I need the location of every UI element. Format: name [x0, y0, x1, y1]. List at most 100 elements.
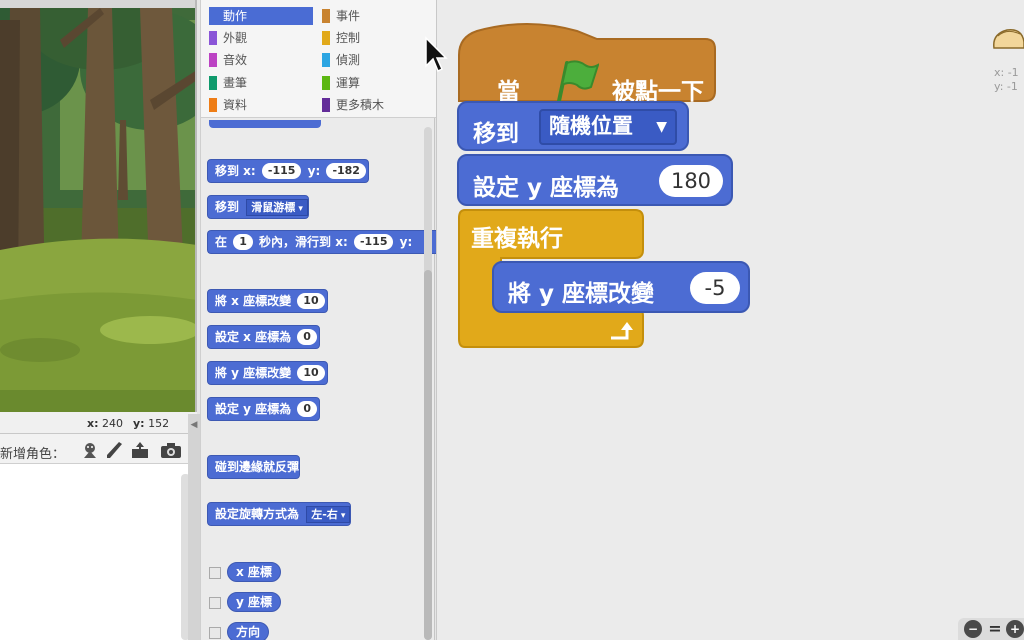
palette-set-y-block[interactable]: 設定 y 座標為 0	[207, 397, 321, 421]
category-list: 動作 事件 外觀 控制 音效 偵測 畫筆 運算 資料 更多積木	[201, 0, 436, 118]
palette-goto-block[interactable]: 移到 滑鼠游標	[207, 195, 309, 219]
block-input-x[interactable]: -115	[353, 234, 394, 250]
palette-glide-block[interactable]: 在 1 秒內，滑行到 x: -115 y:	[207, 230, 436, 254]
block-text: 將 x 座標改變	[215, 294, 292, 308]
category-operators[interactable]: 運算	[322, 74, 426, 92]
sprite-coordinates: x: -1 y: -1	[994, 66, 1019, 94]
category-label: 外觀	[223, 31, 248, 45]
palette-x-position-reporter[interactable]: x 座標	[227, 562, 281, 582]
sprite-pane: 新增角色：	[0, 434, 197, 640]
stage-topbar	[0, 0, 195, 8]
new-sprite-label: 新增角色：	[0, 447, 66, 462]
reporter-label: y 座標	[236, 595, 273, 609]
change-y-input[interactable]: -5	[690, 272, 740, 304]
set-y-input[interactable]: 180	[659, 165, 723, 197]
zoom-out-icon[interactable]: −	[964, 620, 982, 638]
block-text: 設定旋轉方式為	[215, 507, 300, 521]
forest-backdrop	[0, 0, 195, 412]
x-position-checkbox[interactable]	[209, 567, 221, 579]
paint-icon[interactable]	[104, 441, 124, 459]
block-text: 設定 x 座標為	[215, 330, 292, 344]
block-dropdown[interactable]: 滑鼠游標	[246, 199, 308, 216]
sprite-y: y: -1	[994, 80, 1018, 93]
category-motion[interactable]: 動作	[209, 7, 313, 25]
zoom-reset-icon[interactable]: =	[986, 620, 1004, 638]
zoom-in-icon[interactable]: +	[1006, 620, 1024, 638]
new-sprite-bar: 新增角色：	[0, 434, 197, 464]
loop-arrow-icon	[611, 322, 633, 340]
category-sensing[interactable]: 偵測	[322, 51, 426, 69]
block-input[interactable]: 10	[297, 293, 325, 309]
direction-checkbox[interactable]	[209, 627, 221, 639]
y-value: 152	[148, 417, 170, 430]
palette-set-x-block[interactable]: 設定 x 座標為 0	[207, 325, 320, 349]
target-dropdown[interactable]: 隨機位置 ▼	[539, 109, 677, 145]
palette-scrollbar-thumb[interactable]	[424, 270, 432, 640]
y-label: y:	[133, 417, 145, 430]
collapse-arrow-icon[interactable]: ◀	[189, 418, 199, 432]
block-label: 重複執行	[471, 226, 563, 252]
block-input[interactable]: 10	[297, 365, 325, 381]
set-y-block[interactable]: 設定 y 座標為 180	[457, 154, 733, 206]
block-input[interactable]: 0	[297, 329, 317, 345]
category-sound[interactable]: 音效	[209, 51, 313, 69]
stage-coordinates: x: 240 y: 152	[0, 412, 197, 434]
camera-icon[interactable]	[160, 441, 181, 459]
reporter-label: x 座標	[236, 565, 272, 579]
sprite-thumbnail	[993, 29, 1024, 49]
category-pen[interactable]: 畫筆	[209, 74, 313, 92]
change-y-block[interactable]: 將 y 座標改變 -5	[492, 261, 750, 313]
green-flag-icon	[557, 60, 599, 103]
mouse-cursor-icon	[425, 36, 448, 73]
block-input-y[interactable]: -182	[326, 163, 366, 179]
block-text: 碰到邊緣就反彈	[215, 460, 300, 474]
palette-bounce-block[interactable]: 碰到邊緣就反彈	[207, 455, 301, 479]
category-looks[interactable]: 外觀	[209, 29, 313, 47]
palette-rotation-style-block[interactable]: 設定旋轉方式為 左-右	[207, 502, 352, 526]
when-flag-clicked-block[interactable]: 當 被點一下	[457, 17, 717, 105]
block-palette: 動作 事件 外觀 控制 音效 偵測 畫筆 運算 資料 更多積木 移到 x: -1…	[200, 0, 436, 640]
palette-block-partial[interactable]	[209, 120, 321, 128]
go-to-random-block[interactable]: 移到 隨機位置 ▼	[457, 101, 689, 151]
category-label: 偵測	[336, 53, 361, 67]
block-text: 移到	[215, 200, 240, 214]
category-label: 畫筆	[223, 76, 248, 90]
category-label: 動作	[223, 9, 248, 23]
palette-direction-reporter[interactable]: 方向	[227, 622, 270, 640]
palette-goto-xy-block[interactable]: 移到 x: -115 y: -182	[207, 159, 369, 183]
zoom-controls: − = +	[958, 618, 1024, 640]
dropdown-arrow-icon: ▼	[656, 119, 667, 135]
block-label: 設定 y 座標為	[473, 175, 620, 201]
block-input-x[interactable]: -115	[261, 163, 302, 179]
category-label: 控制	[336, 31, 361, 45]
category-label: 音效	[223, 53, 248, 67]
category-data[interactable]: 資料	[209, 96, 313, 114]
block-text: 在	[215, 235, 228, 249]
block-text: 秒內，滑行到 x:	[259, 235, 348, 249]
block-label: 將 y 座標改變	[508, 281, 655, 307]
reporter-label: 方向	[236, 625, 261, 639]
stage[interactable]	[0, 0, 197, 412]
block-input[interactable]: 0	[297, 401, 318, 417]
palette-y-position-reporter[interactable]: y 座標	[227, 592, 282, 612]
category-label: 事件	[336, 9, 361, 23]
y-position-checkbox[interactable]	[209, 597, 221, 609]
category-events[interactable]: 事件	[322, 7, 426, 25]
category-label: 資料	[223, 98, 248, 112]
category-label: 更多積木	[336, 98, 385, 112]
palette-change-y-block[interactable]: 將 y 座標改變 10	[207, 361, 328, 385]
category-label: 運算	[336, 76, 361, 90]
category-more-blocks[interactable]: 更多積木	[322, 96, 426, 114]
palette-gutter	[188, 414, 200, 640]
block-text: 將 y 座標改變	[215, 366, 292, 380]
x-value: 240	[102, 417, 123, 430]
block-input-secs[interactable]: 1	[233, 234, 253, 250]
script-area[interactable]: 當 被點一下 移到 隨機位置 ▼ 設定 y 座標為 180 重複執行 將 y 座…	[436, 0, 1024, 640]
upload-icon[interactable]	[130, 441, 150, 459]
block-text: y:	[307, 164, 321, 178]
choose-sprite-icon[interactable]	[80, 441, 100, 459]
palette-change-x-block[interactable]: 將 x 座標改變 10	[207, 289, 328, 313]
scratch-editor: x: 240 y: 152 新增角色： ◀ 動作 事件 外觀 控制 音效 偵測 …	[0, 0, 1024, 640]
category-control[interactable]: 控制	[322, 29, 426, 47]
block-dropdown[interactable]: 左-右	[306, 506, 351, 523]
